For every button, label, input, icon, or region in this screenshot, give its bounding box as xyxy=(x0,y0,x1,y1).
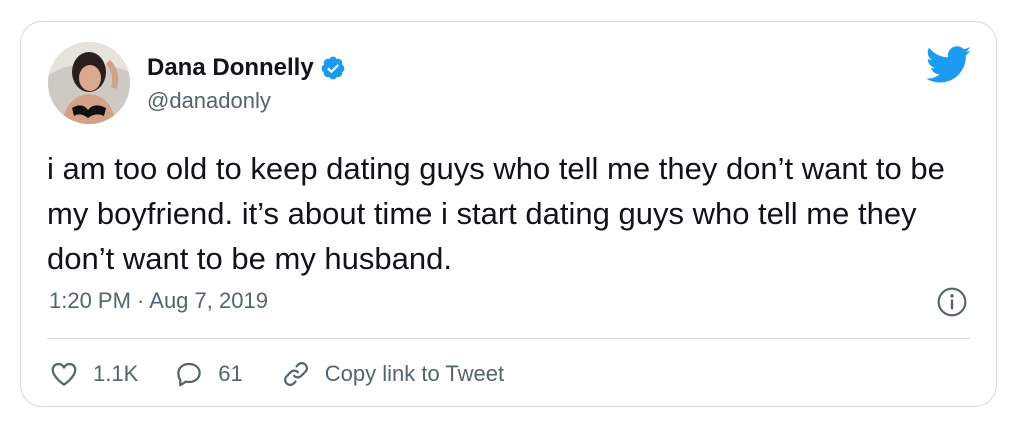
info-icon[interactable] xyxy=(936,286,968,318)
author-name-row[interactable]: Dana Donnelly xyxy=(147,54,346,82)
author-name[interactable]: Dana Donnelly xyxy=(147,54,314,82)
action-bar: 1.1K 61 Copy link to Tweet xyxy=(49,354,504,394)
reply-count: 61 xyxy=(218,361,243,386)
tweet-text: i am too old to keep dating guys who tel… xyxy=(47,151,945,276)
reply-button[interactable]: 61 xyxy=(174,359,243,389)
verified-badge-icon xyxy=(321,56,345,80)
tweet-timestamp[interactable]: 1:20 PM · Aug 7, 2019 xyxy=(49,288,268,314)
twitter-bird-icon[interactable] xyxy=(926,46,972,84)
like-button[interactable]: 1.1K xyxy=(49,359,138,389)
reply-bubble-icon xyxy=(177,362,202,387)
heart-icon xyxy=(51,362,77,386)
tweet-card: Dana Donnelly @danadonly i am too old to… xyxy=(20,21,997,407)
like-count: 1.1K xyxy=(93,361,139,386)
author-handle[interactable]: @danadonly xyxy=(147,88,271,114)
copy-link-button[interactable]: Copy link to Tweet xyxy=(281,359,504,389)
divider xyxy=(47,338,970,339)
copy-link-label: Copy link to Tweet xyxy=(324,361,505,386)
link-icon xyxy=(283,362,308,386)
avatar-image xyxy=(48,42,130,124)
avatar[interactable] xyxy=(48,42,130,124)
